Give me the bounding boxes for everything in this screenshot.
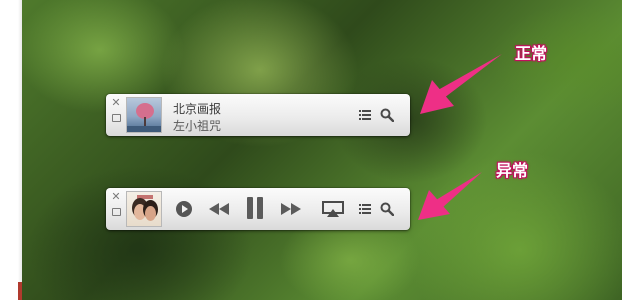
mini-player-normal: ✕ 北京画报 左小祖咒 (106, 94, 410, 136)
left-margin (0, 0, 22, 300)
fast-forward-icon[interactable] (279, 200, 303, 218)
playlist-icon[interactable] (358, 108, 372, 122)
playlist-icon[interactable] (358, 202, 372, 216)
airplay-icon[interactable] (322, 200, 344, 218)
screenshot-stage: ✕ 北京画报 左小祖咒 ✕ 正常 异常 (0, 0, 640, 300)
close-icon[interactable]: ✕ (111, 97, 121, 108)
resize-icon[interactable] (112, 114, 121, 122)
album-cover[interactable] (126, 97, 162, 133)
mini-player-abnormal: ✕ (106, 188, 410, 230)
track-title: 北京画报 (173, 102, 222, 116)
label-abnormal: 异常 (496, 161, 529, 180)
rewind-icon[interactable] (207, 200, 231, 218)
right-margin (622, 0, 640, 300)
play-circle-icon[interactable] (175, 200, 193, 218)
close-icon[interactable]: ✕ (111, 191, 121, 202)
arrow-abnormal-icon (418, 172, 482, 220)
resize-icon[interactable] (112, 208, 121, 216)
cover-title-strip (137, 195, 153, 199)
red-corner-mark (18, 282, 22, 300)
search-icon[interactable] (380, 202, 394, 216)
pause-icon[interactable] (245, 196, 265, 220)
label-normal: 正常 (515, 44, 548, 63)
cover-ground (127, 126, 161, 132)
album-cover[interactable] (126, 191, 162, 227)
arrow-normal-icon (420, 54, 502, 114)
cover-figure-right (145, 206, 156, 221)
search-icon[interactable] (380, 108, 394, 122)
track-artist: 左小祖咒 (173, 119, 222, 133)
